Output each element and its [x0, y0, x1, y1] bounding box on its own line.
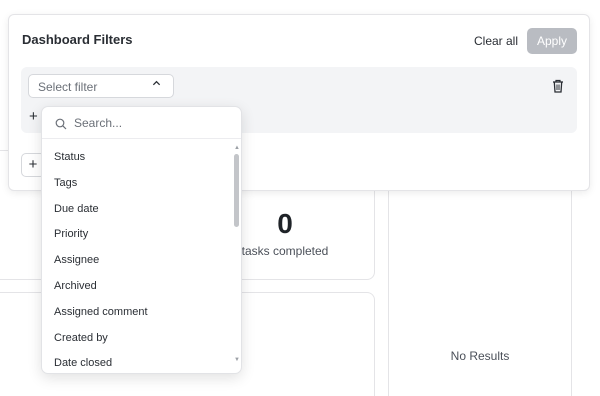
option-assignee[interactable]: Assignee [42, 248, 232, 274]
chevron-up-icon [152, 79, 161, 91]
dropdown-search-row [42, 107, 241, 139]
scroll-up-arrow-icon[interactable]: ▲ [234, 145, 240, 151]
scrollbar-thumb[interactable] [234, 154, 239, 227]
search-input[interactable] [74, 113, 224, 133]
option-date-closed[interactable]: Date closed [42, 351, 232, 373]
option-due-date[interactable]: Due date [42, 197, 232, 223]
apply-button[interactable]: Apply [527, 28, 577, 54]
option-tags[interactable]: Tags [42, 171, 232, 197]
tasks-completed-count: 0 [277, 208, 293, 239]
option-created-by[interactable]: Created by [42, 326, 232, 352]
clear-all-button[interactable]: Clear all [474, 34, 518, 48]
option-priority[interactable]: Priority [42, 222, 232, 248]
trash-icon[interactable] [552, 79, 564, 93]
search-icon [55, 117, 67, 130]
add-filter-button[interactable]: + [29, 109, 38, 124]
select-filter-dropdown[interactable]: Select filter [28, 74, 174, 98]
option-assigned-comment[interactable]: Assigned comment [42, 300, 232, 326]
tasks-completed-label: tasks completed [241, 244, 329, 258]
select-filter-placeholder: Select filter [38, 80, 98, 94]
panel-title: Dashboard Filters [22, 32, 133, 47]
option-archived[interactable]: Archived [42, 274, 232, 300]
filter-option-list: Status Tags Due date Priority Assignee A… [42, 145, 232, 373]
option-status[interactable]: Status [42, 145, 232, 171]
scroll-down-arrow-icon[interactable]: ▼ [234, 357, 240, 363]
no-results-label: No Results [450, 349, 510, 363]
filter-options-dropdown: Status Tags Due date Priority Assignee A… [41, 106, 242, 374]
